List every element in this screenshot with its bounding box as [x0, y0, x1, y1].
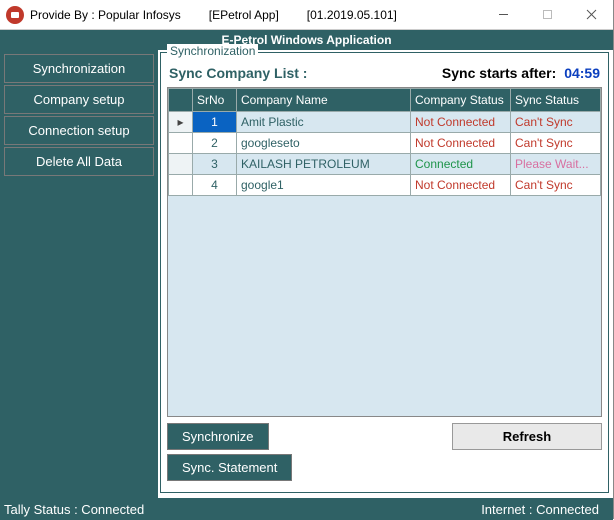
groupbox-legend: Synchronization: [167, 44, 258, 58]
content-area: Synchronization Sync Company List : Sync…: [158, 50, 613, 498]
col-company-name[interactable]: Company Name: [237, 89, 411, 112]
row-indicator: [169, 175, 193, 196]
col-rowheader: [169, 89, 193, 112]
row-indicator: [169, 133, 193, 154]
synchronize-button[interactable]: Synchronize: [167, 423, 269, 450]
sync-timer: 04:59: [564, 65, 600, 81]
title-version: [01.2019.05.101]: [307, 8, 397, 22]
nav-synchronization[interactable]: Synchronization: [4, 54, 154, 83]
cell-company-status[interactable]: Connected: [411, 154, 511, 175]
cell-sync-status[interactable]: Can't Sync: [511, 133, 601, 154]
table-row[interactable]: 3KAILASH PETROLEUMConnectedPlease Wait..…: [169, 154, 601, 175]
minimize-button[interactable]: [481, 0, 525, 30]
cell-sync-status[interactable]: Can't Sync: [511, 112, 601, 133]
row-indicator: [169, 154, 193, 175]
sidebar: Synchronization Company setup Connection…: [0, 50, 158, 498]
cell-company-name[interactable]: Amit Plastic: [237, 112, 411, 133]
col-company-status[interactable]: Company Status: [411, 89, 511, 112]
cell-srno[interactable]: 2: [193, 133, 237, 154]
status-bar: Tally Status : Connected Internet : Conn…: [0, 498, 613, 520]
title-appname: [EPetrol App]: [209, 8, 279, 22]
col-srno[interactable]: SrNo: [193, 89, 237, 112]
cell-sync-status[interactable]: Can't Sync: [511, 175, 601, 196]
title-bar: Provide By : Popular Infosys [EPetrol Ap…: [0, 0, 613, 30]
cell-srno[interactable]: 3: [193, 154, 237, 175]
cell-company-status[interactable]: Not Connected: [411, 175, 511, 196]
cell-company-status[interactable]: Not Connected: [411, 112, 511, 133]
sync-after-label: Sync starts after:: [442, 65, 556, 81]
maximize-button[interactable]: [525, 0, 569, 30]
cell-company-status[interactable]: Not Connected: [411, 133, 511, 154]
title-provider: Provide By : Popular Infosys: [30, 8, 181, 22]
tally-status: Tally Status : Connected: [4, 502, 144, 517]
cell-sync-status[interactable]: Please Wait...: [511, 154, 601, 175]
internet-status: Internet : Connected: [481, 502, 599, 517]
refresh-button[interactable]: Refresh: [452, 423, 602, 450]
cell-company-name[interactable]: googleseto: [237, 133, 411, 154]
company-grid[interactable]: SrNo Company Name Company Status Sync St…: [167, 87, 602, 417]
cell-company-name[interactable]: KAILASH PETROLEUM: [237, 154, 411, 175]
list-title: Sync Company List :: [169, 65, 307, 81]
table-row[interactable]: ▸1Amit PlasticNot ConnectedCan't Sync: [169, 112, 601, 133]
table-row[interactable]: 2googlesetoNot ConnectedCan't Sync: [169, 133, 601, 154]
nav-company-setup[interactable]: Company setup: [4, 85, 154, 114]
sync-groupbox: Synchronization Sync Company List : Sync…: [160, 52, 609, 493]
row-indicator: ▸: [169, 112, 193, 133]
nav-connection-setup[interactable]: Connection setup: [4, 116, 154, 145]
sync-statement-button[interactable]: Sync. Statement: [167, 454, 292, 481]
table-row[interactable]: 4google1Not ConnectedCan't Sync: [169, 175, 601, 196]
app-header: E-Petrol Windows Application: [0, 30, 613, 50]
cell-srno[interactable]: 4: [193, 175, 237, 196]
col-sync-status[interactable]: Sync Status: [511, 89, 601, 112]
cell-srno[interactable]: 1: [193, 112, 237, 133]
app-icon: [6, 6, 24, 24]
close-button[interactable]: [569, 0, 613, 30]
nav-delete-all-data[interactable]: Delete All Data: [4, 147, 154, 176]
cell-company-name[interactable]: google1: [237, 175, 411, 196]
